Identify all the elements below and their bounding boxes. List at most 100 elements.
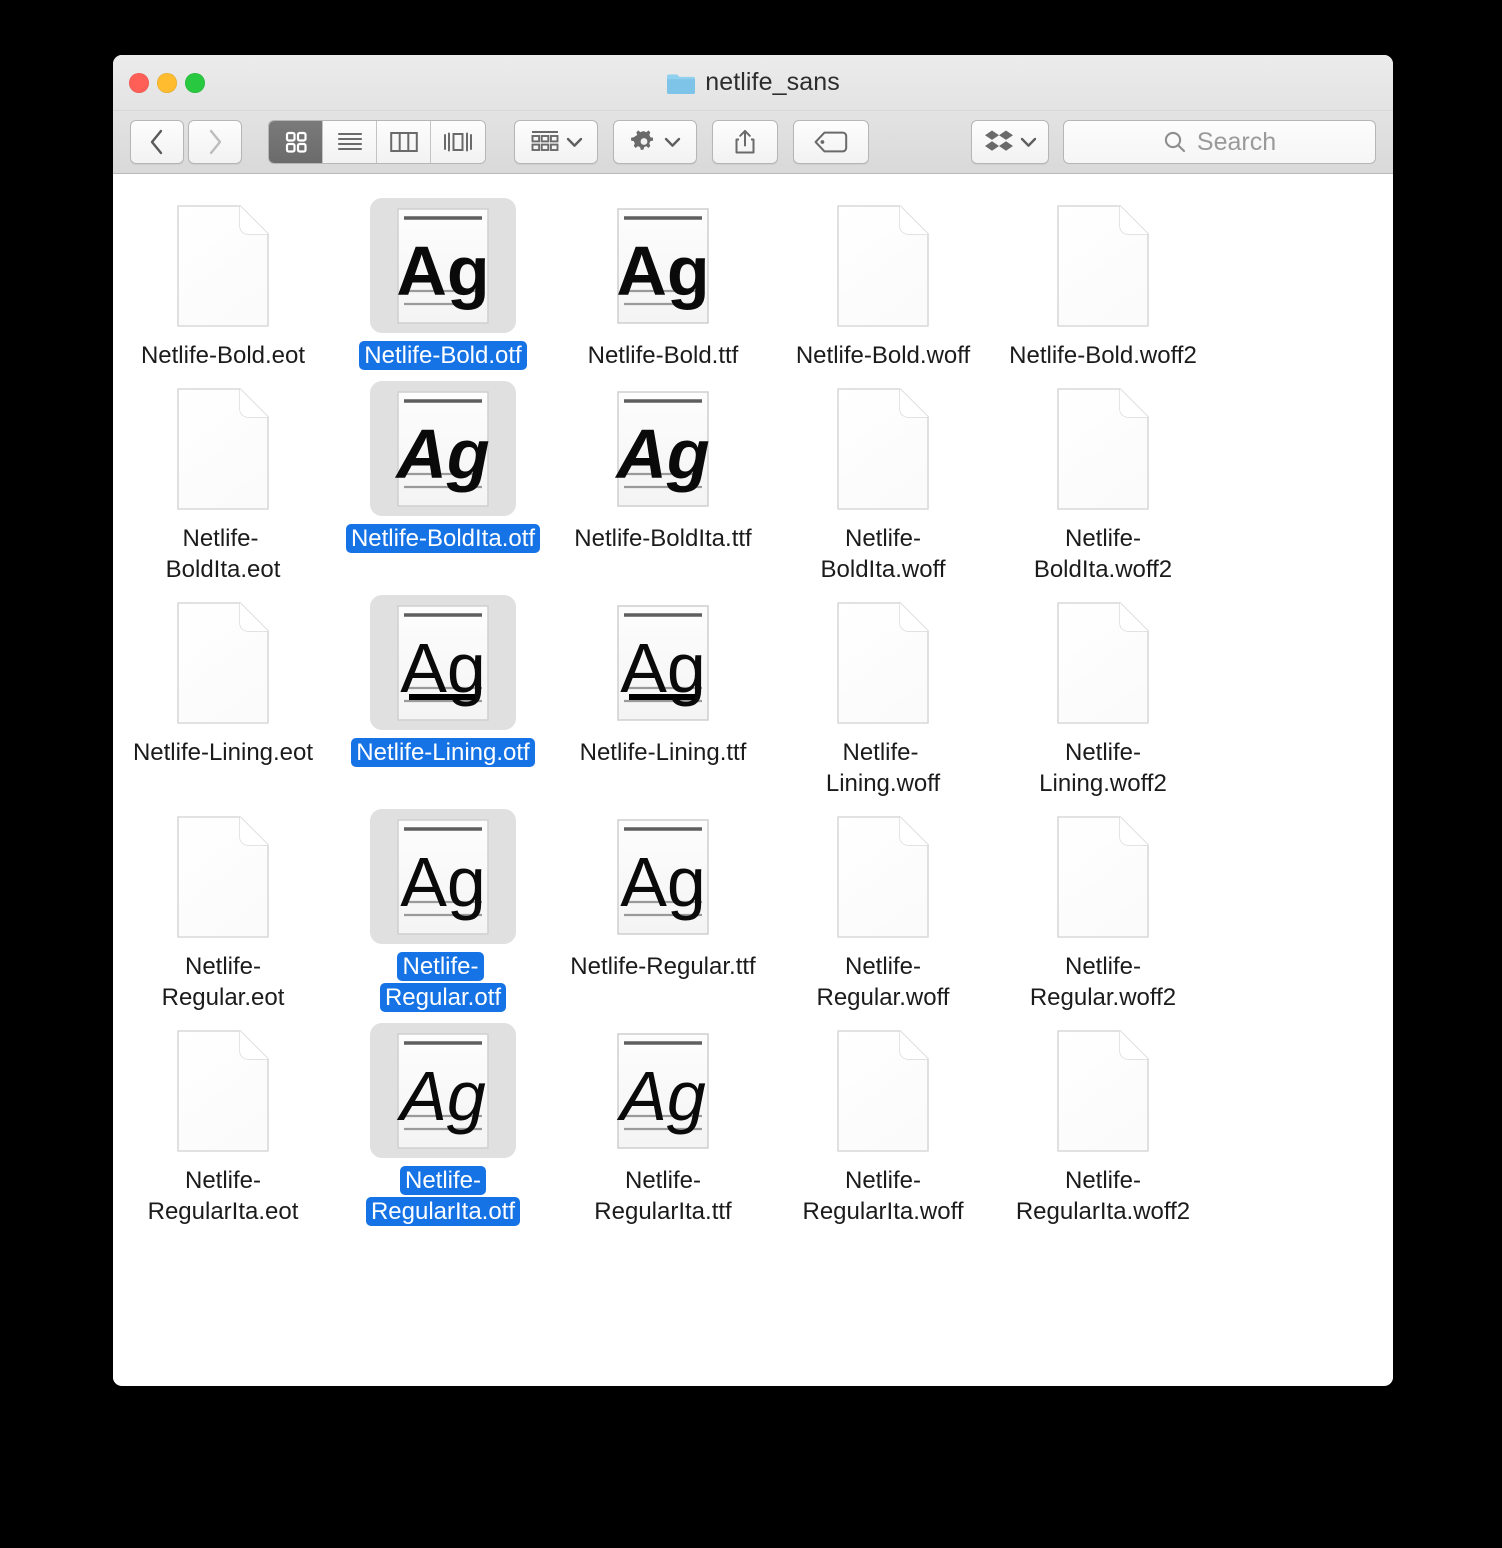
share-button[interactable] — [712, 120, 778, 164]
file-icon[interactable] — [150, 809, 296, 944]
file-icon[interactable]: Ag — [590, 381, 736, 516]
file-label[interactable]: Netlife-Bold.woff2 — [1004, 340, 1202, 371]
file-item[interactable]: Netlife-Regular.woff — [773, 799, 993, 1013]
file-label[interactable]: Netlife-Bold.ttf — [583, 340, 744, 371]
file-item[interactable]: Netlife-Bold.woff — [773, 188, 993, 371]
file-icon[interactable] — [150, 595, 296, 730]
file-item[interactable]: Netlife-Lining.woff — [773, 585, 993, 799]
file-label[interactable]: Netlife-Bold.woff — [791, 340, 975, 371]
file-item[interactable]: Netlife-Lining.woff2 — [993, 585, 1213, 799]
file-item[interactable]: Netlife-Bold.eot — [113, 188, 333, 371]
blank-document-icon — [1057, 815, 1149, 938]
file-item[interactable]: Ag Netlife-Lining.ttf — [553, 585, 773, 768]
file-item[interactable]: Netlife-Lining.eot — [113, 585, 333, 768]
file-label-text: Netlife-Regular.woff — [816, 953, 950, 1011]
file-icon[interactable] — [1030, 595, 1176, 730]
file-icon[interactable]: Ag — [370, 809, 516, 944]
file-item[interactable]: Netlife-BoldIta.eot — [113, 371, 333, 585]
file-item[interactable]: Netlife-Regular.eot — [113, 799, 333, 1013]
file-icon[interactable]: Ag — [590, 595, 736, 730]
file-label[interactable]: Netlife-BoldIta.woff — [783, 523, 983, 585]
file-label[interactable]: Netlife-Regular.ttf — [565, 951, 760, 982]
blank-document-icon — [837, 387, 929, 510]
search-input[interactable]: Search — [1063, 120, 1376, 164]
file-label[interactable]: Netlife-Lining.woff2 — [1003, 737, 1203, 799]
file-icon[interactable] — [150, 1023, 296, 1158]
file-label[interactable]: Netlife-Lining.woff — [783, 737, 983, 799]
file-item[interactable]: Netlife-RegularIta.eot — [113, 1013, 333, 1227]
action-menu-button[interactable] — [613, 120, 697, 164]
back-button[interactable] — [130, 120, 184, 164]
file-icon[interactable] — [810, 809, 956, 944]
file-label-text: Netlife-Bold.woff2 — [1009, 342, 1197, 369]
file-item[interactable]: Ag Netlife-Regular.ttf — [553, 799, 773, 982]
file-icon[interactable]: Ag — [370, 595, 516, 730]
file-item[interactable]: Netlife-Regular.woff2 — [993, 799, 1213, 1013]
arrange-by-button[interactable] — [514, 120, 598, 164]
file-label[interactable]: Netlife-BoldIta.woff2 — [1003, 523, 1203, 585]
file-label[interactable]: Netlife-BoldIta.otf — [345, 523, 541, 554]
file-item[interactable]: Ag Netlife-Regular.otf — [333, 799, 553, 1013]
file-icon[interactable] — [1030, 198, 1176, 333]
file-label[interactable]: Netlife-Regular.otf — [343, 951, 543, 1013]
file-label[interactable]: Netlife-Regular.eot — [123, 951, 323, 1013]
file-item[interactable]: Netlife-BoldIta.woff — [773, 371, 993, 585]
file-item[interactable]: Ag Netlife-RegularIta.otf — [333, 1013, 553, 1227]
file-item[interactable]: Ag Netlife-BoldIta.otf — [333, 371, 553, 554]
file-label[interactable]: Netlife-Lining.ttf — [575, 737, 752, 768]
file-label[interactable]: Netlife-Bold.eot — [136, 340, 310, 371]
file-item[interactable]: Netlife-BoldIta.woff2 — [993, 371, 1213, 585]
chevron-down-icon — [566, 137, 582, 147]
file-icon[interactable] — [810, 198, 956, 333]
file-label[interactable]: Netlife-Lining.eot — [128, 737, 318, 768]
file-label[interactable]: Netlife-RegularIta.woff — [783, 1165, 983, 1227]
file-label[interactable]: Netlife-RegularIta.woff2 — [1003, 1165, 1203, 1227]
file-icon[interactable] — [1030, 1023, 1176, 1158]
file-icon[interactable]: Ag — [590, 809, 736, 944]
tag-button[interactable] — [793, 120, 869, 164]
dropbox-button[interactable] — [971, 120, 1049, 164]
column-view-button[interactable] — [377, 121, 431, 163]
file-icon[interactable] — [1030, 381, 1176, 516]
file-item[interactable]: Ag Netlife-Bold.ttf — [553, 188, 773, 371]
file-icon[interactable]: Ag — [590, 1023, 736, 1158]
file-label[interactable]: Netlife-BoldIta.eot — [123, 523, 323, 585]
file-label-text: Netlife-BoldIta.woff2 — [1033, 525, 1173, 583]
file-item[interactable]: Netlife-RegularIta.woff2 — [993, 1013, 1213, 1227]
file-item[interactable]: Ag Netlife-Lining.otf — [333, 585, 553, 768]
forward-button[interactable] — [188, 120, 242, 164]
file-grid[interactable]: Netlife-Bold.eot Ag Netlife-Bold.otf Ag … — [113, 174, 1393, 1385]
file-item[interactable]: Netlife-RegularIta.woff — [773, 1013, 993, 1227]
file-icon[interactable]: Ag — [590, 198, 736, 333]
file-icon[interactable]: Ag — [370, 1023, 516, 1158]
file-icon[interactable]: Ag — [370, 381, 516, 516]
file-label[interactable]: Netlife-RegularIta.eot — [123, 1165, 323, 1227]
file-icon[interactable] — [1030, 809, 1176, 944]
file-label[interactable]: Netlife-RegularIta.otf — [343, 1165, 543, 1227]
blank-document-icon — [177, 815, 269, 938]
chevron-down-icon — [1020, 137, 1036, 147]
file-label[interactable]: Netlife-Regular.woff2 — [1003, 951, 1203, 1013]
file-item[interactable]: Ag Netlife-RegularIta.ttf — [553, 1013, 773, 1227]
file-label[interactable]: Netlife-Lining.otf — [351, 737, 535, 768]
file-item[interactable]: Netlife-Bold.woff2 — [993, 188, 1213, 371]
share-icon — [735, 130, 755, 154]
chevron-right-icon — [209, 129, 222, 155]
file-icon[interactable] — [150, 381, 296, 516]
file-label[interactable]: Netlife-Bold.otf — [359, 340, 527, 371]
icon-view-button[interactable] — [269, 121, 323, 163]
file-icon[interactable] — [810, 595, 956, 730]
gallery-view-button[interactable] — [431, 121, 485, 163]
file-item[interactable]: Ag Netlife-BoldIta.ttf — [553, 371, 773, 554]
font-preview-icon: Ag — [617, 604, 709, 721]
file-icon[interactable] — [810, 1023, 956, 1158]
file-icon[interactable] — [150, 198, 296, 333]
file-icon[interactable] — [810, 381, 956, 516]
file-label[interactable]: Netlife-Regular.woff — [783, 951, 983, 1013]
file-label[interactable]: Netlife-BoldIta.ttf — [569, 523, 756, 554]
file-icon[interactable]: Ag — [370, 198, 516, 333]
list-view-button[interactable] — [323, 121, 377, 163]
file-item[interactable]: Ag Netlife-Bold.otf — [333, 188, 553, 371]
file-label[interactable]: Netlife-RegularIta.ttf — [563, 1165, 763, 1227]
svg-text:Ag: Ag — [395, 415, 490, 493]
